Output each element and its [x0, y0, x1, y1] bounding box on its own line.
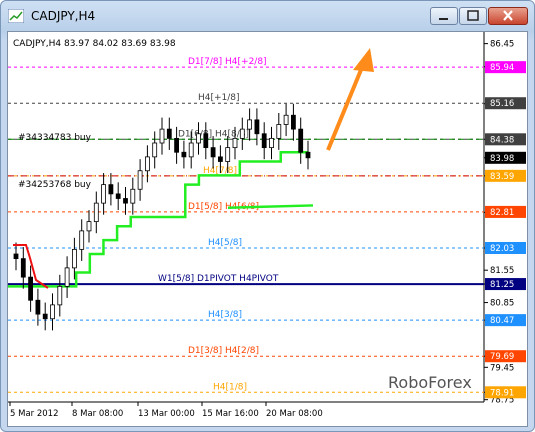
candle-body — [225, 147, 231, 162]
candle-body — [159, 128, 165, 144]
trade-label-1: #34334783 buy — [18, 133, 92, 143]
candle-body — [290, 114, 296, 130]
level-label: H4[3/8] — [208, 310, 242, 320]
candle-body — [42, 313, 48, 320]
price-badge-label: 85.16 — [490, 99, 514, 109]
candle-body — [239, 128, 245, 139]
price-tick-label: 81.55 — [490, 266, 514, 276]
level-label: D1[3/8] H4[2/8] — [188, 346, 259, 356]
close-button[interactable] — [488, 7, 528, 25]
candle-body — [50, 304, 55, 320]
level-label: W1[5/8] D1PIVOT H4PIVOT — [158, 274, 279, 284]
candle-body — [93, 202, 99, 223]
maximize-icon — [467, 10, 479, 21]
candle-body — [283, 114, 289, 125]
chart-area[interactable]: CADJPY,H4 83.97 84.02 83.69 83.98 D1[7/8… — [7, 31, 528, 427]
price-tick-label: 80.85 — [490, 299, 514, 309]
price-badge-label: 80.47 — [490, 316, 514, 326]
price-tick-label: 86.45 — [490, 40, 514, 50]
candle-body — [130, 188, 136, 204]
chart-window: CADJPY,H4 CADJPY,H4 83.97 84.02 83.69 83… — [0, 0, 535, 432]
candle-body — [13, 253, 19, 260]
price-badge-label: 85.94 — [490, 63, 514, 73]
candle-body — [57, 285, 63, 306]
watermark: RoboForex — [388, 373, 472, 392]
price-badges: 85.94 85.16 84.38 83.59 82.81 82.03 81.25 80.47… — [485, 61, 526, 399]
price-chart[interactable]: CADJPY,H4 83.97 84.02 83.69 83.98 D1[7/8… — [8, 32, 527, 426]
price-badge-label: 79.69 — [490, 352, 514, 362]
symbol-header: CADJPY,H4 83.97 84.02 83.69 83.98 — [13, 39, 176, 49]
candle-body — [181, 151, 187, 158]
minimize-button[interactable] — [430, 7, 458, 25]
time-tick-label: 5 Mar 2012 — [10, 409, 58, 419]
candle-body — [232, 137, 238, 149]
time-tick-label: 13 Mar 00:00 — [138, 409, 195, 419]
price-badge-label: 82.81 — [490, 208, 514, 218]
candle-body — [115, 193, 121, 199]
price-badge-label: 84.38 — [490, 135, 514, 145]
candle-body — [174, 137, 180, 153]
candle-body — [35, 299, 41, 315]
title-bar[interactable]: CADJPY,H4 — [1, 1, 534, 31]
price-tick-label: 79.45 — [490, 363, 514, 373]
candle-body — [86, 221, 92, 232]
time-axis: 5 Mar 2012 8 Mar 08:00 13 Mar 00:00 15 Mar … — [9, 402, 323, 419]
candle-body — [210, 147, 216, 158]
window-title: CADJPY,H4 — [31, 9, 96, 23]
candle-body — [269, 137, 274, 149]
candle-body — [79, 230, 85, 250]
candle-body — [28, 276, 34, 301]
candle-body — [247, 119, 253, 130]
candle-body — [137, 170, 143, 190]
time-tick-label: 8 Mar 08:00 — [72, 409, 123, 419]
candle-body — [144, 156, 150, 172]
level-label: H4[+1/8] — [198, 93, 240, 103]
candle-body — [196, 133, 201, 144]
close-icon — [503, 10, 513, 21]
price-badge-label: 78.91 — [490, 388, 514, 398]
candle-body — [20, 258, 26, 278]
candle-body — [203, 133, 209, 149]
candle-body — [188, 142, 194, 158]
time-tick-label: 15 Mar 16:00 — [202, 409, 259, 419]
candle-body — [254, 119, 260, 135]
candle-body — [276, 124, 282, 139]
candle-body — [261, 133, 267, 149]
candle-body — [152, 142, 158, 158]
price-badge-label: 81.25 — [490, 280, 514, 290]
price-badge-label: 83.59 — [490, 172, 514, 182]
candle-body — [108, 184, 114, 195]
level-label: D1[7/8] H4[+2/8] — [188, 57, 267, 67]
chart-icon — [8, 9, 24, 23]
candle-body — [72, 248, 77, 269]
candle-body — [217, 156, 223, 162]
price-badge-label: 82.03 — [490, 244, 514, 254]
candle-body — [101, 184, 106, 204]
candle-body — [166, 128, 172, 139]
minimize-icon — [439, 18, 448, 20]
candle-body — [64, 267, 70, 287]
candle-body — [298, 128, 304, 153]
candle-body — [123, 198, 128, 204]
time-tick-label: 20 Mar 08:00 — [266, 409, 323, 419]
trade-label-2: #34253768 buy — [18, 180, 92, 190]
level-label: H4[1/8] — [213, 382, 247, 392]
maximize-button[interactable] — [459, 7, 487, 25]
level-label: H4[5/8] — [208, 238, 242, 248]
candle-body — [305, 151, 311, 159]
current-price-label: 83.98 — [490, 154, 514, 164]
